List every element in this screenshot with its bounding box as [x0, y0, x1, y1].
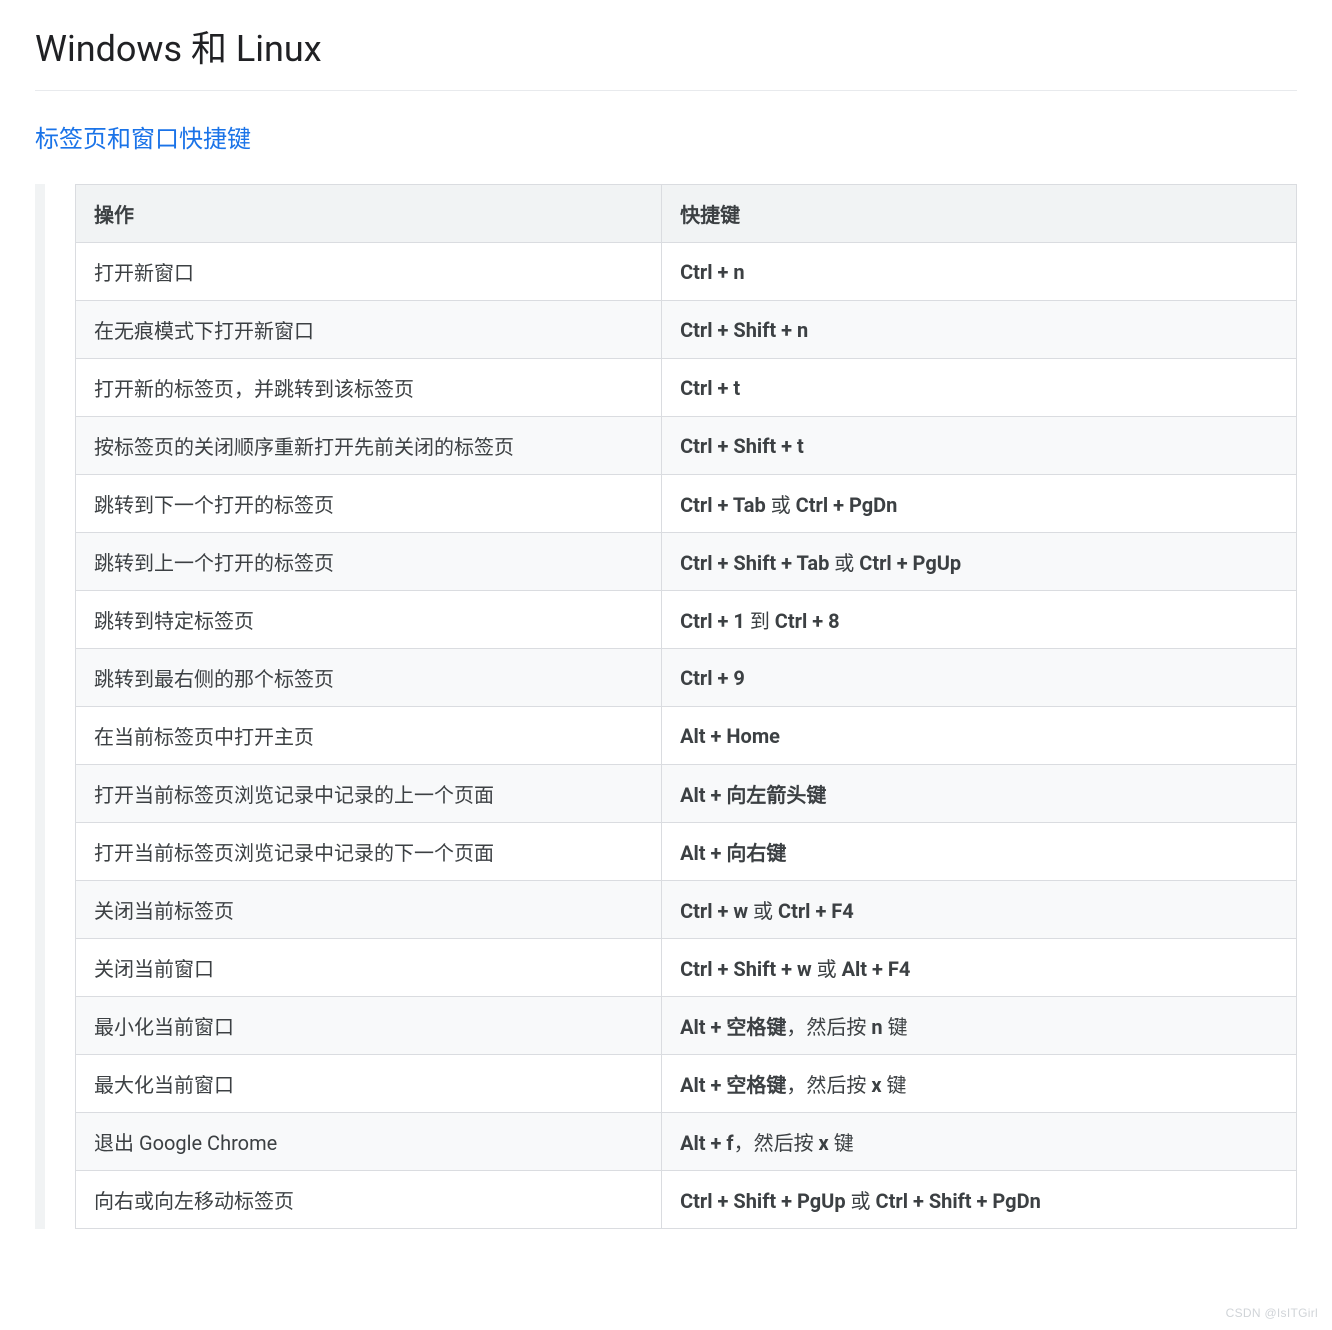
shortcut-cell: Alt + 向右键	[662, 823, 1297, 881]
table-row: 打开新的标签页，并跳转到该标签页 Ctrl + t	[76, 359, 1297, 417]
action-cell: 关闭当前标签页	[76, 881, 662, 939]
shortcut-key: Alt + 向左箭头键	[680, 783, 826, 807]
shortcut-key: Alt + Home	[680, 724, 780, 748]
table-row: 跳转到下一个打开的标签页Ctrl + Tab 或 Ctrl + PgDn	[76, 475, 1297, 533]
col-header-shortcut: 快捷键	[662, 185, 1297, 243]
shortcut-key: Ctrl + F4	[778, 899, 854, 923]
shortcut-cell: Ctrl + w 或 Ctrl + F4	[662, 881, 1297, 939]
shortcut-key: Ctrl + Shift + PgUp	[680, 1189, 846, 1213]
shortcut-table: 操作 快捷键 打开新窗口 Ctrl + n 在无痕模式下打开新窗口 Ctrl + Sh…	[75, 184, 1297, 1229]
page-title: Windows 和 Linux	[35, 20, 1297, 91]
table-row: 按标签页的关闭顺序重新打开先前关闭的标签页 Ctrl + Shift + t	[76, 417, 1297, 475]
shortcut-cell: Ctrl + t	[662, 359, 1297, 417]
shortcut-key: Alt + 向右键	[680, 841, 786, 865]
table-row: 向右或向左移动标签页Ctrl + Shift + PgUp 或 Ctrl + S…	[76, 1171, 1297, 1229]
shortcut-cell: Ctrl + Shift + PgUp 或 Ctrl + Shift + PgD…	[662, 1171, 1297, 1229]
shortcut-key: Ctrl + 1	[680, 609, 745, 633]
shortcut-key: Alt + 空格键	[680, 1073, 786, 1097]
shortcut-key: Ctrl + PgDn	[796, 493, 898, 517]
shortcut-key: Alt + f	[680, 1131, 734, 1155]
shortcut-text: ，然后按	[786, 1015, 871, 1039]
action-cell: 按标签页的关闭顺序重新打开先前关闭的标签页	[76, 417, 662, 475]
table-row: 关闭当前标签页Ctrl + w 或 Ctrl + F4	[76, 881, 1297, 939]
section-link-tabs-windows[interactable]: 标签页和窗口快捷键	[35, 119, 251, 154]
shortcut-key: Ctrl + n	[680, 260, 745, 284]
table-row: 跳转到最右侧的那个标签页 Ctrl + 9	[76, 649, 1297, 707]
shortcut-key: Ctrl + Shift + w	[680, 957, 812, 981]
table-row: 跳转到特定标签页Ctrl + 1 到 Ctrl + 8	[76, 591, 1297, 649]
shortcut-cell: Alt + 向左箭头键	[662, 765, 1297, 823]
shortcut-key: Alt + 空格键	[680, 1015, 786, 1039]
shortcut-text: 或	[846, 1189, 876, 1213]
shortcut-key: Ctrl + w	[680, 899, 748, 923]
shortcut-key: Ctrl + Shift + PgDn	[876, 1189, 1041, 1213]
shortcut-cell: Ctrl + 1 到 Ctrl + 8	[662, 591, 1297, 649]
col-header-action: 操作	[76, 185, 662, 243]
shortcut-text: ，然后按	[734, 1131, 819, 1155]
action-cell: 跳转到特定标签页	[76, 591, 662, 649]
shortcut-text: 或	[829, 551, 859, 575]
shortcut-cell: Ctrl + Shift + n	[662, 301, 1297, 359]
table-row: 在无痕模式下打开新窗口 Ctrl + Shift + n	[76, 301, 1297, 359]
action-cell: 打开新窗口	[76, 243, 662, 301]
table-row: 打开当前标签页浏览记录中记录的上一个页面 Alt + 向左箭头键	[76, 765, 1297, 823]
action-cell: 跳转到上一个打开的标签页	[76, 533, 662, 591]
shortcut-text: 或	[812, 957, 842, 981]
action-cell: 打开新的标签页，并跳转到该标签页	[76, 359, 662, 417]
action-cell: 打开当前标签页浏览记录中记录的上一个页面	[76, 765, 662, 823]
table-row: 打开当前标签页浏览记录中记录的下一个页面 Alt + 向右键	[76, 823, 1297, 881]
table-row: 最小化当前窗口Alt + 空格键，然后按 n 键	[76, 997, 1297, 1055]
action-cell: 跳转到下一个打开的标签页	[76, 475, 662, 533]
action-cell: 退出 Google Chrome	[76, 1113, 662, 1171]
shortcut-key: Ctrl + Tab	[680, 493, 766, 517]
table-row: 在当前标签页中打开主页 Alt + Home	[76, 707, 1297, 765]
table-row: 最大化当前窗口Alt + 空格键，然后按 x 键	[76, 1055, 1297, 1113]
shortcut-key: Ctrl + 8	[775, 609, 840, 633]
action-cell: 关闭当前窗口	[76, 939, 662, 997]
shortcut-cell: Alt + 空格键，然后按 x 键	[662, 1055, 1297, 1113]
shortcut-key: Ctrl + t	[680, 376, 740, 400]
table-row: 退出 Google ChromeAlt + f，然后按 x 键	[76, 1113, 1297, 1171]
table-header-row: 操作 快捷键	[76, 185, 1297, 243]
shortcut-key: Ctrl + Shift + t	[680, 434, 804, 458]
shortcut-cell: Ctrl + Shift + Tab 或 Ctrl + PgUp	[662, 533, 1297, 591]
shortcut-cell: Ctrl + n	[662, 243, 1297, 301]
shortcut-table-container: 操作 快捷键 打开新窗口 Ctrl + n 在无痕模式下打开新窗口 Ctrl + Sh…	[35, 184, 1297, 1229]
shortcut-cell: Alt + 空格键，然后按 n 键	[662, 997, 1297, 1055]
watermark: CSDN @IsITGirl	[1226, 1306, 1318, 1320]
shortcut-text: 键	[883, 1015, 908, 1039]
shortcut-text: 键	[829, 1131, 854, 1155]
shortcut-text: 到	[745, 609, 775, 633]
shortcut-cell: Ctrl + 9	[662, 649, 1297, 707]
shortcut-key: x	[871, 1073, 881, 1097]
action-cell: 向右或向左移动标签页	[76, 1171, 662, 1229]
table-row: 关闭当前窗口Ctrl + Shift + w 或 Alt + F4	[76, 939, 1297, 997]
shortcut-cell: Ctrl + Tab 或 Ctrl + PgDn	[662, 475, 1297, 533]
shortcut-text: 或	[748, 899, 778, 923]
shortcut-key: Ctrl + Shift + Tab	[680, 551, 829, 575]
shortcut-key: x	[819, 1131, 829, 1155]
shortcut-cell: Alt + f，然后按 x 键	[662, 1113, 1297, 1171]
action-cell: 跳转到最右侧的那个标签页	[76, 649, 662, 707]
action-cell: 最小化当前窗口	[76, 997, 662, 1055]
shortcut-text: 或	[766, 493, 796, 517]
table-row: 跳转到上一个打开的标签页Ctrl + Shift + Tab 或 Ctrl + …	[76, 533, 1297, 591]
shortcut-text: 键	[882, 1073, 907, 1097]
shortcut-key: Ctrl + PgUp	[859, 551, 961, 575]
action-cell: 最大化当前窗口	[76, 1055, 662, 1113]
action-cell: 打开当前标签页浏览记录中记录的下一个页面	[76, 823, 662, 881]
shortcut-key: n	[871, 1015, 882, 1039]
shortcut-key: Ctrl + Shift + n	[680, 318, 808, 342]
shortcut-cell: Ctrl + Shift + w 或 Alt + F4	[662, 939, 1297, 997]
shortcut-text: ，然后按	[786, 1073, 871, 1097]
shortcut-cell: Ctrl + Shift + t	[662, 417, 1297, 475]
action-cell: 在当前标签页中打开主页	[76, 707, 662, 765]
table-row: 打开新窗口 Ctrl + n	[76, 243, 1297, 301]
shortcut-key: Alt + F4	[842, 957, 911, 981]
shortcut-cell: Alt + Home	[662, 707, 1297, 765]
action-cell: 在无痕模式下打开新窗口	[76, 301, 662, 359]
shortcut-key: Ctrl + 9	[680, 666, 745, 690]
